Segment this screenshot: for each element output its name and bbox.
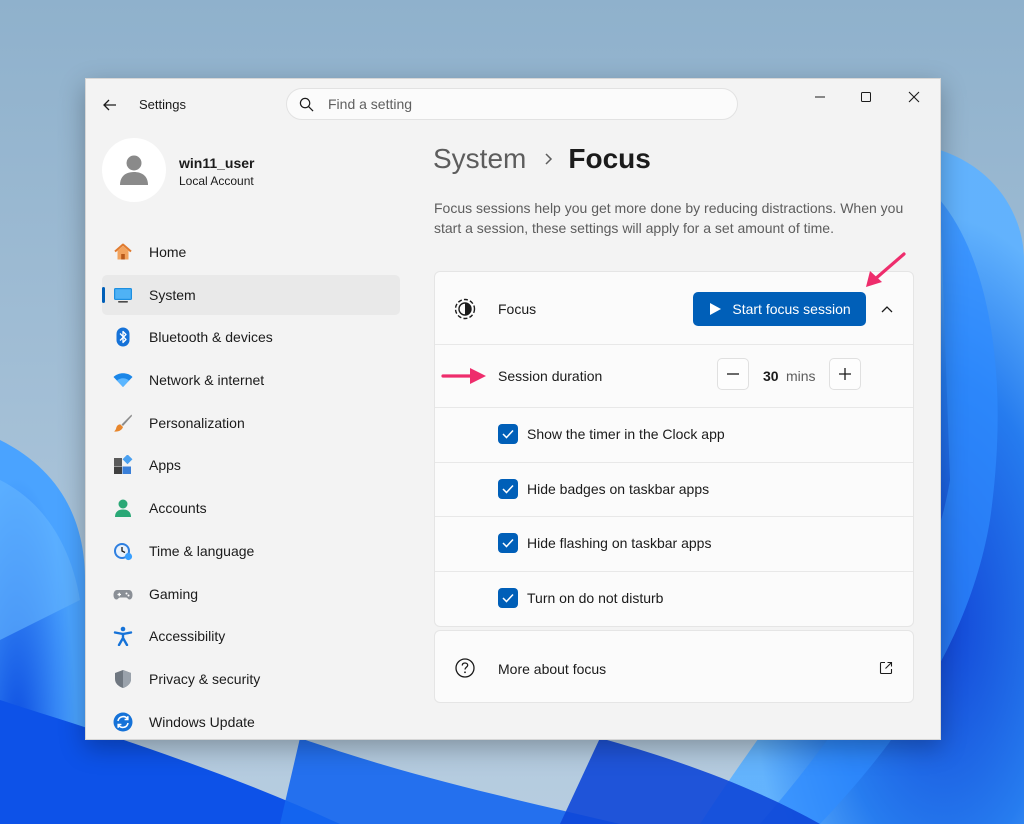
sidebar-item-label: Windows Update	[149, 713, 255, 730]
sidebar-item-label: Bluetooth & devices	[149, 329, 273, 346]
sidebar-item-label: Personalization	[149, 414, 245, 431]
sidebar-item-label: Accessibility	[149, 628, 226, 645]
checkmark-icon	[502, 538, 514, 548]
home-icon	[113, 242, 133, 262]
option-label: Hide flashing on taskbar apps	[527, 535, 712, 551]
checkmark-icon	[502, 593, 514, 603]
hide-flashing-checkbox[interactable]	[498, 533, 518, 553]
breadcrumb: System Focus	[433, 143, 651, 175]
sidebar-item-home[interactable]: Home	[102, 232, 400, 272]
user-avatar-icon	[120, 155, 148, 185]
sidebar-item-label: Apps	[149, 457, 181, 474]
sidebar-item-windows-update[interactable]: Windows Update	[102, 702, 400, 739]
do-not-disturb-checkbox[interactable]	[498, 588, 518, 608]
search-input[interactable]	[326, 95, 710, 113]
option-label: Turn on do not disturb	[527, 590, 664, 606]
wifi-icon	[113, 370, 133, 390]
apps-icon	[113, 455, 133, 475]
bluetooth-icon	[113, 327, 133, 347]
sidebar-item-label: Network & internet	[149, 372, 265, 389]
sidebar-nav: Home System Bluetooth & devices Network …	[102, 232, 400, 739]
show-timer-checkbox[interactable]	[498, 424, 518, 444]
increase-duration-button[interactable]	[829, 358, 861, 390]
duration-value: 30	[763, 368, 779, 384]
option-row-hide-badges: Hide badges on taskbar apps	[435, 462, 913, 517]
shield-icon	[113, 669, 133, 689]
plus-icon	[839, 368, 851, 380]
page-title: Focus	[568, 143, 651, 174]
user-profile[interactable]: win11_user Local Account	[102, 138, 402, 202]
maximize-button[interactable]	[843, 83, 889, 111]
avatar	[102, 138, 166, 202]
focus-settings-card: Focus Start focus session Session durati…	[434, 271, 914, 627]
accessibility-icon	[113, 626, 133, 647]
external-link-icon	[879, 661, 893, 675]
search-icon	[299, 97, 314, 111]
back-button[interactable]	[98, 93, 122, 117]
account-type: Local Account	[179, 174, 254, 188]
option-label: Hide badges on taskbar apps	[527, 481, 710, 497]
option-row-hide-flashing: Hide flashing on taskbar apps	[435, 516, 913, 572]
close-icon	[908, 91, 920, 103]
focus-header-row: Focus Start focus session	[435, 272, 913, 345]
sidebar-item-label: Home	[149, 244, 187, 260]
checkmark-icon	[502, 484, 514, 494]
more-about-focus-link[interactable]: More about focus	[434, 630, 914, 703]
system-icon	[113, 285, 133, 305]
decrease-duration-button[interactable]	[717, 358, 749, 390]
minimize-button[interactable]	[797, 83, 843, 111]
hide-badges-checkbox[interactable]	[498, 479, 518, 499]
search-box[interactable]	[286, 88, 738, 120]
gamepad-icon	[113, 584, 133, 604]
collapse-button[interactable]	[875, 297, 899, 321]
clock-globe-icon	[113, 541, 133, 561]
option-row-show-timer: Show the timer in the Clock app	[435, 407, 913, 463]
back-arrow-icon	[103, 99, 116, 111]
focus-timer-icon	[454, 298, 476, 320]
start-focus-session-label: Start focus session	[732, 301, 851, 317]
sidebar-item-gaming[interactable]: Gaming	[102, 574, 400, 614]
sidebar-item-accounts[interactable]: Accounts	[102, 488, 400, 528]
checkmark-icon	[502, 429, 514, 439]
close-button[interactable]	[891, 83, 937, 111]
sidebar-item-apps[interactable]: Apps	[102, 445, 400, 485]
update-icon	[113, 712, 133, 732]
app-title: Settings	[139, 97, 186, 112]
more-about-focus-label: More about focus	[498, 661, 607, 677]
session-duration-row: Session duration 30 mins	[435, 344, 913, 408]
sidebar-item-personalization[interactable]: Personalization	[102, 403, 400, 443]
sidebar-item-label: Privacy & security	[149, 670, 261, 687]
settings-window: Settings Find a setting win11_user Local…	[85, 78, 941, 740]
sidebar-item-bluetooth[interactable]: Bluetooth & devices	[102, 317, 400, 357]
chevron-right-icon	[544, 152, 554, 166]
page-description: Focus sessions help you get more done by…	[434, 200, 904, 236]
breadcrumb-parent[interactable]: System	[433, 143, 526, 175]
duration-unit: mins	[786, 368, 816, 384]
sidebar-item-label: System	[149, 286, 196, 303]
brush-icon	[113, 413, 133, 433]
maximize-icon	[861, 92, 871, 102]
sidebar-item-privacy[interactable]: Privacy & security	[102, 659, 400, 699]
start-focus-session-button[interactable]: Start focus session	[693, 292, 866, 326]
session-duration-label: Session duration	[498, 368, 603, 384]
accounts-icon	[113, 498, 133, 518]
minimize-icon	[815, 96, 825, 98]
sidebar-item-label: Accounts	[149, 500, 207, 517]
user-name: win11_user	[179, 155, 255, 171]
sidebar-item-label: Gaming	[149, 585, 199, 602]
sidebar-item-time-language[interactable]: Time & language	[102, 531, 400, 571]
sidebar-item-accessibility[interactable]: Accessibility	[102, 616, 400, 656]
sidebar-item-label: Time & language	[149, 542, 255, 559]
minus-icon	[727, 373, 739, 375]
sidebar-item-system[interactable]: System	[102, 274, 400, 315]
help-circle-icon	[455, 658, 475, 678]
option-label: Show the timer in the Clock app	[527, 426, 725, 442]
play-icon	[710, 303, 722, 315]
sidebar-item-network[interactable]: Network & internet	[102, 360, 400, 400]
title-bar: Settings	[86, 79, 940, 131]
focus-title: Focus	[498, 301, 537, 317]
chevron-up-icon	[881, 306, 893, 313]
option-row-do-not-disturb: Turn on do not disturb	[435, 571, 913, 626]
